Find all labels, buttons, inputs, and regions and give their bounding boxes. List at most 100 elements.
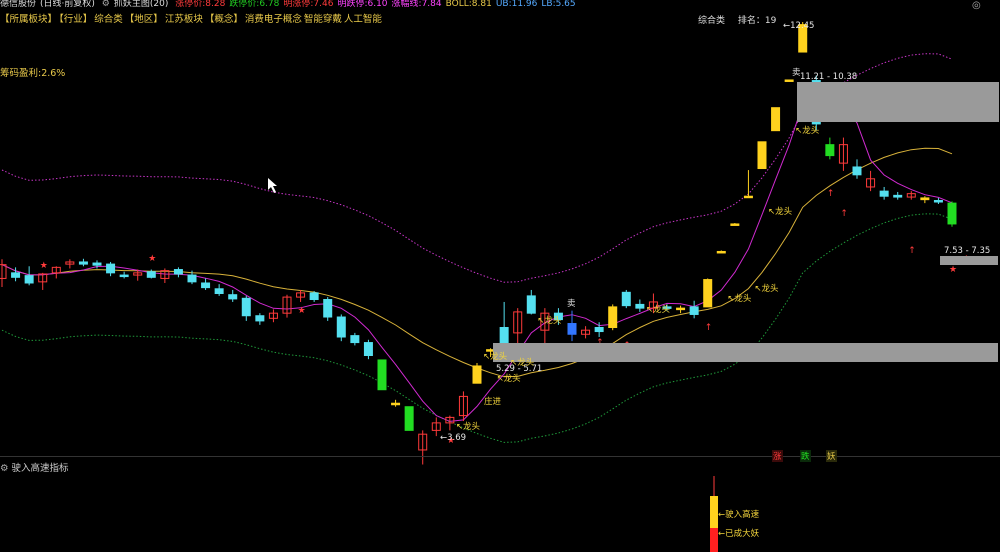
candle-body (173, 269, 183, 275)
candle-body (350, 335, 360, 344)
candle-body (391, 402, 401, 406)
candle-body (255, 315, 265, 322)
candle-body (201, 282, 211, 289)
bollinger-lower-line (1, 213, 953, 443)
candle-body (309, 292, 319, 301)
header-item-3: 明跌停:6.10 (337, 0, 388, 9)
dragon-head-label: ↖龙头 (754, 284, 779, 294)
zhuangjin-label: 庄进 (484, 397, 502, 407)
candle-body (920, 197, 930, 201)
dragon-head-label: ↖龙头 (645, 305, 670, 315)
candle-body (879, 190, 889, 197)
sector-tag-8[interactable]: 人工智能 (344, 14, 382, 25)
dragon-head-label: ↖龙头 (768, 207, 793, 217)
sector-tag-5[interactable]: 【概念】 (205, 14, 243, 25)
subchart-title: ⚙ 驶入高速指标 (0, 460, 69, 474)
sector-tag-0[interactable]: 【所属板块】 (0, 14, 57, 25)
high-range-label: 11.21 - 10.38 (800, 72, 858, 82)
candle-body (716, 250, 726, 254)
candle-body (621, 291, 631, 307)
settings-icon-sub[interactable]: ⚙ (0, 463, 12, 474)
chip-profit: 筹码盈利:2.6% (0, 68, 66, 79)
candle-body (241, 297, 251, 317)
candle-body (11, 272, 21, 278)
candle-body (146, 271, 156, 278)
candle-body (187, 274, 197, 283)
support-box-mid (493, 343, 998, 362)
demon-tag: 妖 (826, 450, 837, 462)
red-star-icon: ★ (148, 254, 156, 264)
red-star-icon: ★ (40, 261, 48, 271)
dragon-head-label: ↖龙头 (537, 316, 562, 326)
candle-body (893, 194, 903, 198)
candle-body (323, 299, 333, 318)
header-item-5: BOLL:8.81 (445, 0, 492, 9)
header-item-1: 跌停价:6.78 (229, 0, 280, 9)
candle-body (92, 262, 102, 266)
sector-tag-7[interactable]: 智能穿戴 (304, 14, 342, 25)
dragon-head-label: ↖龙头 (496, 374, 521, 384)
stock-name: 德信股份 (0, 0, 37, 9)
chart-mode: (日线·前复权) (40, 0, 95, 9)
sector-tag-3[interactable]: 【地区】 (125, 14, 163, 25)
candle-body (784, 79, 794, 82)
candle-body (689, 306, 699, 315)
panel-divider (0, 456, 1000, 457)
header-item-7: LB:5.65 (541, 0, 576, 9)
candle-body (608, 306, 618, 329)
candle-body (933, 200, 943, 203)
subchart-title-text: 驶入高速指标 (11, 463, 69, 474)
demon-label: ←已成大妖 (718, 529, 760, 539)
close-icon[interactable]: ◎ (972, 0, 981, 11)
red-arrow-icon: ↑ (705, 323, 713, 333)
sector-tag-4[interactable]: 江苏板块 (165, 14, 203, 25)
candle-body (757, 141, 767, 170)
candle-body (472, 365, 482, 384)
sector-tag-6[interactable]: 消费电子概念 (245, 14, 302, 25)
candle-body (214, 288, 224, 295)
candle-body (363, 342, 373, 357)
header-bar: 德信股份 (日线·前复权) ⚙ 抓妖主图(20) 涨停价:8.28 跌停价:6.78 明… (0, 0, 1000, 10)
subchart-bar-yellow (710, 496, 718, 528)
highway-text: 驶入高速 (725, 510, 760, 520)
dragon-head-label: ↖龙头 (510, 358, 535, 368)
header-indicators: 涨停价:8.28 跌停价:6.78 明涨停:7.46 明跌停:6.10 涨幅线:7.84… (175, 0, 579, 9)
rise-tag: 涨 (772, 450, 783, 462)
sell-marker-2: 卖 (792, 68, 801, 78)
red-arrow-icon: ↑ (827, 189, 835, 199)
candle-body (825, 144, 835, 157)
candle-body (78, 261, 88, 265)
dragon-head-label: ↖龙头 (727, 294, 752, 304)
box-right (940, 256, 998, 265)
rank-label: 排名：19 (738, 16, 776, 26)
high-price-label: ←12.45 (783, 21, 815, 31)
candle-body (703, 279, 713, 308)
candle-body (377, 359, 387, 391)
candle-body (594, 327, 604, 333)
dragon-head-label: ↖龙头 (795, 126, 820, 136)
red-arrow-icon: ↑ (840, 209, 848, 219)
mouse-pointer-icon (268, 178, 277, 193)
indicator-name[interactable]: 抓妖主图(20) (114, 0, 168, 9)
candle-body (526, 295, 536, 314)
header-item-6: UB:11.96 (495, 0, 538, 9)
candle-body (0, 264, 7, 279)
dragon-head-label: ↖龙头 (483, 352, 508, 362)
candle-body (228, 294, 238, 300)
settings-icon[interactable]: ⚙ (102, 0, 110, 9)
rank-label-text: 排名： (737, 16, 765, 26)
candle-body (635, 303, 645, 309)
red-arrow-icon: ↑ (908, 246, 916, 256)
low-price-value: 3.69 (447, 433, 467, 443)
candle-body (336, 316, 346, 338)
candle-body (119, 274, 129, 278)
demon-text: 已成大妖 (725, 529, 760, 539)
candle-body (947, 202, 957, 225)
candle-body (567, 323, 577, 335)
high-price-value: 12.45 (790, 21, 815, 31)
candle-body (852, 166, 862, 176)
sector-tag-1[interactable]: 【行业】 (59, 14, 92, 25)
red-star-icon: ★ (949, 265, 957, 275)
sector-tag-2[interactable]: 综合类 (94, 14, 123, 25)
sector-tags: 【所属板块】 【行业】 综合类 【地区】 江苏板块 【概念】 消费电子概念 智能穿戴 人工智能 (0, 11, 384, 25)
